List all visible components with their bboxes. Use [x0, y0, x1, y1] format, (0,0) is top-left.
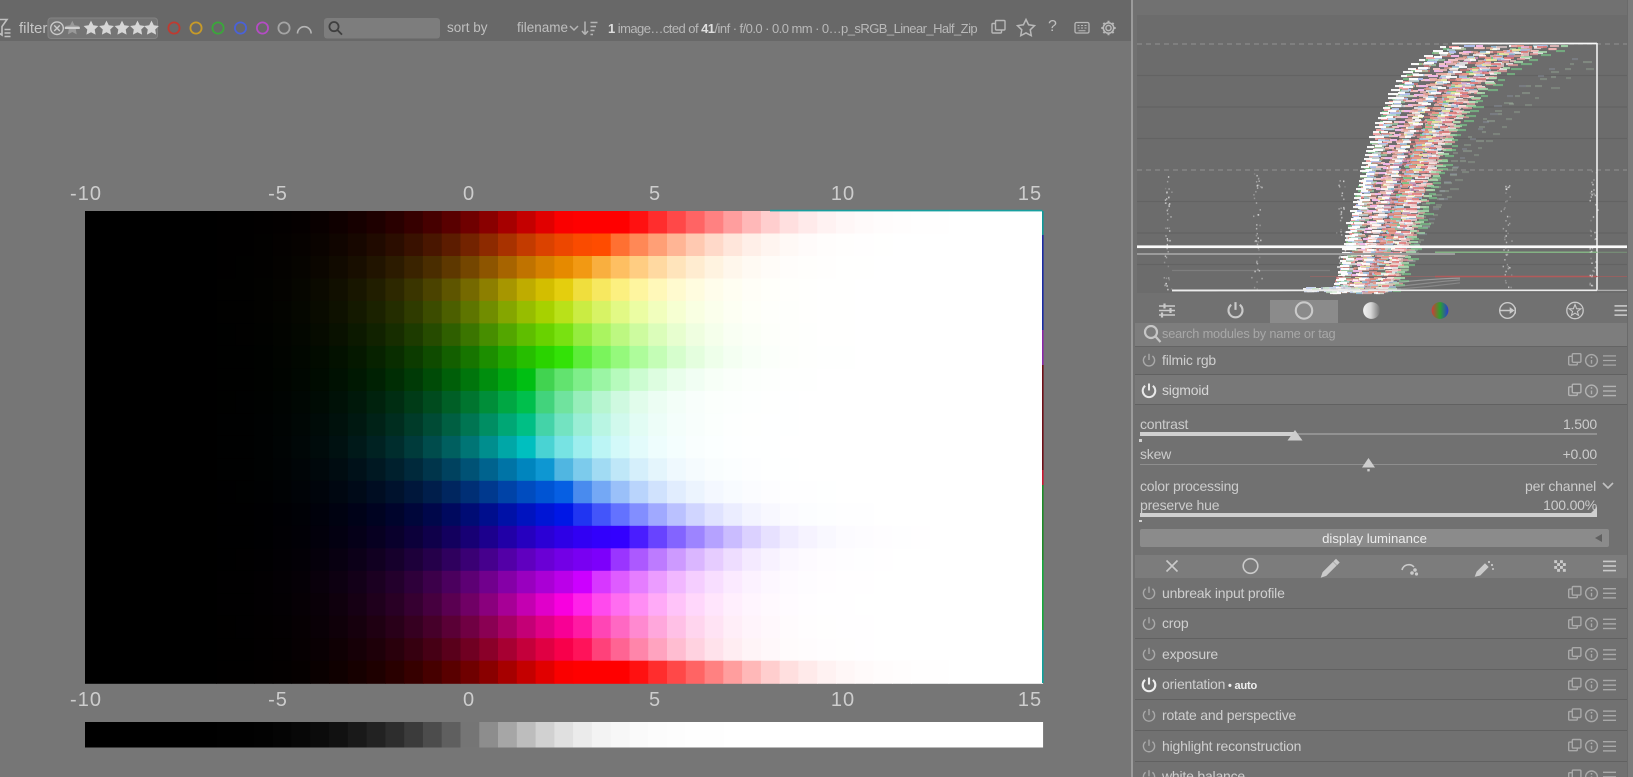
svg-text:5: 5: [649, 183, 661, 205]
svg-text:0: 0: [463, 689, 475, 711]
svg-text:5: 5: [649, 689, 661, 711]
svg-text:-10: -10: [70, 183, 102, 205]
svg-text:-5: -5: [268, 689, 288, 711]
svg-text:10: 10: [831, 183, 855, 205]
svg-text:-10: -10: [70, 689, 102, 711]
svg-text:15: 15: [1018, 689, 1042, 711]
svg-text:-5: -5: [268, 183, 288, 205]
svg-text:10: 10: [831, 689, 855, 711]
svg-text:15: 15: [1018, 183, 1042, 205]
svg-text:0: 0: [463, 183, 475, 205]
